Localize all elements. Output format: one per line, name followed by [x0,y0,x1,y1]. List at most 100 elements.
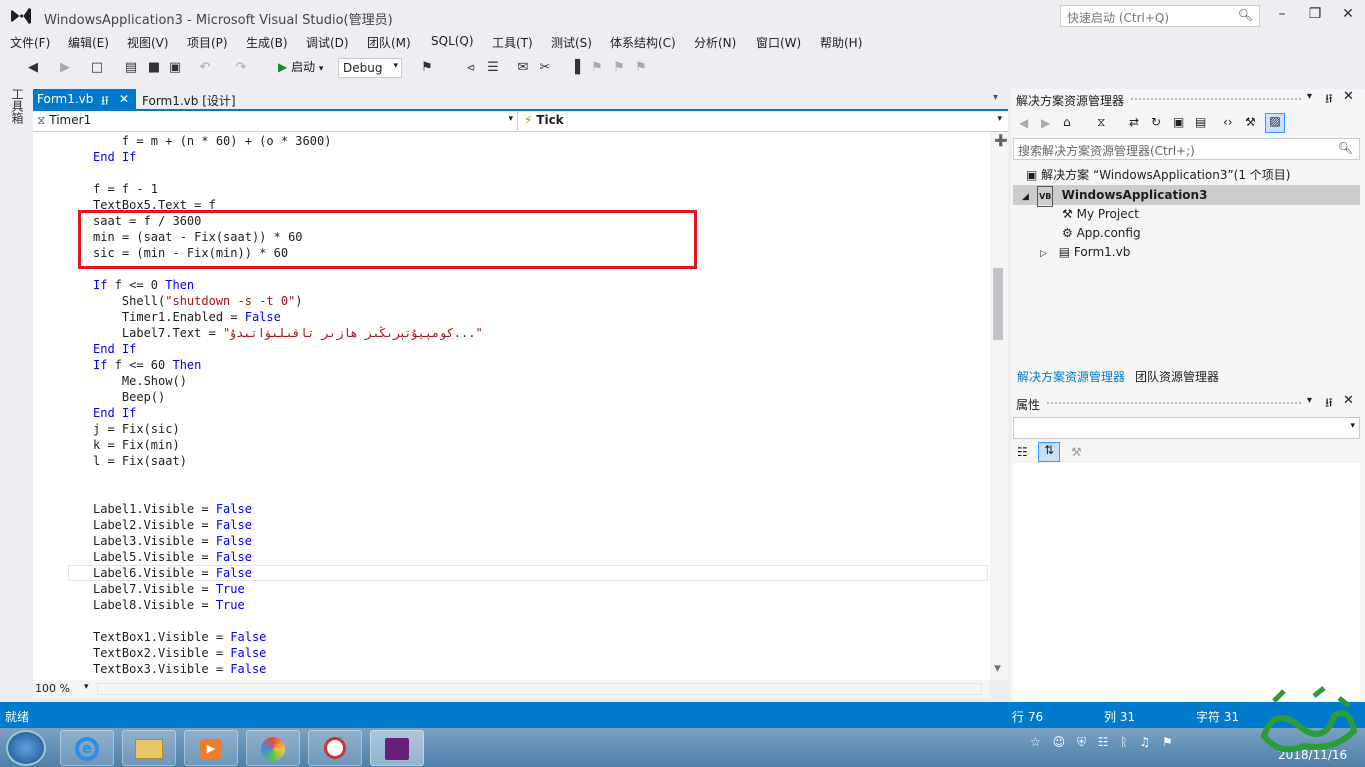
code-line[interactable]: If f <= 60 Then [93,357,201,373]
taskbar-explorer-icon[interactable] [122,730,176,766]
qq-icon[interactable]: ☺ [1053,735,1066,749]
pin-icon[interactable]: ⭿ [1325,394,1333,415]
solution-config-select[interactable]: Debug ▾ [338,58,402,78]
save-all-icon[interactable]: ▣ [166,59,184,77]
project-node[interactable]: ◢ VB WindowsApplication3 [1022,186,1207,207]
object-select[interactable]: ⧖ Timer1 ▾ [33,112,518,130]
forward-icon[interactable]: ▶ [1041,116,1050,130]
menu-build[interactable]: 生成(B) [246,34,288,51]
minimize-button[interactable]: – [1272,6,1292,26]
wifi-icon[interactable]: ☷ [1098,735,1109,749]
quick-launch-input[interactable]: 快速启动 (Ctrl+Q) 🔍︎ [1060,5,1260,27]
menu-architecture[interactable]: 体系结构(C) [610,34,676,51]
open-file-icon[interactable]: ▤ [122,59,140,77]
home-icon[interactable]: ⌂ [1063,115,1071,129]
editor-vertical-scrollbar[interactable]: ➕ ▼ [990,132,1008,680]
code-line[interactable]: f = m + (n * 60) + (o * 3600) [93,133,332,149]
flag-icon[interactable]: ⚑ [1162,735,1173,749]
tree-item-app-config[interactable]: ⚙ App.config [1062,224,1141,243]
pin-icon[interactable]: ⭿ [1325,90,1333,111]
bluetooth-icon[interactable]: ᚱ [1120,735,1127,749]
close-icon[interactable]: ✕ [1343,393,1354,408]
code-line[interactable]: End If [93,149,136,165]
tab-team-explorer[interactable]: 团队资源管理器 [1135,368,1219,385]
code-line[interactable]: Label7.Visible = True [93,581,245,597]
close-icon[interactable]: ✕ [1343,89,1354,104]
taskbar-media-player-icon[interactable]: ▶ [184,730,238,766]
taskbar-app-icon[interactable] [246,730,300,766]
menu-team[interactable]: 团队(M) [367,34,411,51]
back-icon[interactable]: ◀ [24,59,42,77]
uncomment-icon[interactable]: ✂ [536,59,554,77]
redo-icon[interactable]: ↷ [232,59,250,77]
menu-help[interactable]: 帮助(H) [820,34,862,51]
maximize-button[interactable]: ❐ [1305,6,1325,26]
network-icon[interactable]: ☆ [1030,735,1041,749]
menu-window[interactable]: 窗口(W) [756,34,801,51]
outline-icon[interactable]: ☰ [484,59,502,77]
code-line[interactable]: j = Fix(sic) [93,421,180,437]
menu-edit[interactable]: 编辑(E) [68,34,109,51]
close-icon[interactable]: ✕ [119,92,129,106]
alphabetical-icon[interactable]: ⇅ [1038,442,1060,462]
menu-analyze[interactable]: 分析(N) [694,34,736,51]
code-line[interactable]: TextBox3.Visible = False [93,661,266,677]
code-line[interactable]: End If [93,405,136,421]
prev-bookmark-icon[interactable]: ⚑ [588,59,606,77]
solution-search-input[interactable]: 搜索解决方案资源管理器(Ctrl+;) 🔍︎ [1013,138,1360,160]
tree-item-my-project[interactable]: ⚒ My Project [1062,205,1139,224]
zoom-select[interactable]: 100 % ▾ [35,682,90,696]
scroll-thumb[interactable] [993,268,1003,340]
tree-item-form1[interactable]: ▷ ▤ Form1.vb [1040,243,1130,262]
comment-icon[interactable]: ✉ [514,59,532,77]
menu-view[interactable]: 视图(V) [127,34,169,51]
code-line[interactable]: TextBox1.Visible = False [93,629,266,645]
code-line[interactable]: Label6.Visible = False [93,565,252,581]
property-pages-icon[interactable]: ⚒ [1071,445,1082,459]
expand-icon[interactable]: ▷ [1040,249,1047,259]
start-button[interactable] [6,730,46,766]
pending-changes-icon[interactable]: ⇄ [1129,115,1139,129]
properties-icon[interactable]: ⚒ [1245,115,1256,129]
properties-grid[interactable] [1013,463,1360,701]
code-line[interactable]: Label1.Visible = False [93,501,252,517]
code-line[interactable]: Beep() [93,389,165,405]
save-icon[interactable]: ■ [145,59,163,77]
taskbar-ie-icon[interactable]: e [60,730,114,766]
view-code-icon[interactable]: ‹› [1223,115,1233,129]
show-all-files-icon[interactable]: ▤ [1195,115,1206,129]
start-debug-button[interactable]: ▶ 启动 ▾ [278,58,323,75]
code-line[interactable]: f = f - 1 [93,181,158,197]
close-button[interactable]: ✕ [1338,6,1358,26]
tab-form1-design[interactable]: Form1.vb [设计] [138,89,258,110]
tab-form1-vb[interactable]: Form1.vb ⭿ ✕ [33,89,136,110]
security-icon[interactable]: ⛨ [1077,735,1086,749]
chevron-down-icon[interactable]: ▾ [1307,91,1312,102]
solution-node[interactable]: ▣ 解决方案 “WindowsApplication3”(1 个项目) [1026,166,1290,185]
taskbar-tool-icon[interactable] [308,730,362,766]
editor-horizontal-scrollbar[interactable] [97,683,982,695]
taskbar-visual-studio-icon[interactable] [370,730,424,766]
code-line[interactable]: l = Fix(saat) [93,453,187,469]
undo-icon[interactable]: ↶ [196,59,214,77]
code-line[interactable]: Label2.Visible = False [93,517,252,533]
find-icon[interactable]: ⚑ [418,59,436,77]
code-line[interactable]: Label7.Text = "كومپيۇتېرىڭىز ھازىر تاقىل… [93,325,483,341]
menu-debug[interactable]: 调试(D) [306,34,349,51]
bookmark-icon[interactable]: ▐ [566,59,584,77]
categorized-icon[interactable]: ☷ [1017,445,1028,459]
menu-tools[interactable]: 工具(T) [492,34,533,51]
menu-test[interactable]: 测试(S) [551,34,592,51]
code-line[interactable]: k = Fix(min) [93,437,180,453]
code-line[interactable]: End If [93,341,136,357]
collapse-icon[interactable]: ◢ [1022,192,1029,202]
code-line[interactable]: TextBox2.Visible = False [93,645,266,661]
tabs-dropdown-icon[interactable]: ▾ [993,92,998,103]
properties-object-select[interactable]: ▾ [1013,417,1360,439]
menu-sql[interactable]: SQL(Q) [431,34,474,48]
collapse-all-icon[interactable]: ▣ [1173,115,1184,129]
clear-bookmark-icon[interactable]: ⚑ [632,59,650,77]
code-line[interactable]: If f <= 0 Then [93,277,194,293]
code-line[interactable]: Label5.Visible = False [93,549,252,565]
step-icon[interactable]: ⪦ [462,59,480,77]
